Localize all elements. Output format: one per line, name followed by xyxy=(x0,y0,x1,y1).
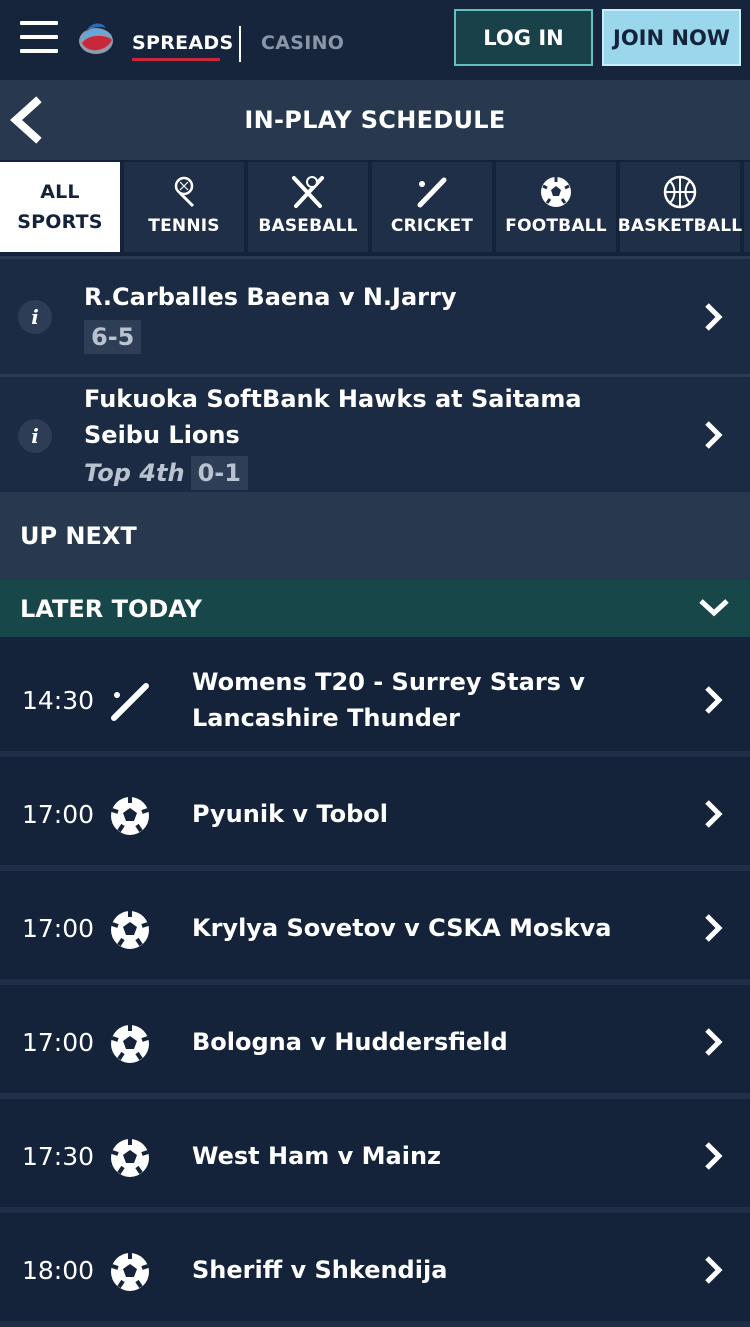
event-time: 14:30 xyxy=(22,685,95,715)
tab-football[interactable]: FOOTBALL xyxy=(496,162,616,252)
tab-label-line1: ALL xyxy=(40,181,80,203)
info-icon[interactable]: i xyxy=(18,300,52,334)
football-icon xyxy=(111,1025,149,1063)
event-time: 17:00 xyxy=(22,1027,95,1057)
basketball-icon xyxy=(663,175,697,209)
football-icon xyxy=(111,1253,149,1291)
football-icon xyxy=(111,911,149,949)
football-icon xyxy=(541,177,571,207)
tab-baseball[interactable]: BASEBALL xyxy=(248,162,368,252)
tab-label: ALL SPORTS xyxy=(17,177,102,237)
nav-divider xyxy=(239,26,241,62)
event-time: 17:00 xyxy=(22,799,95,829)
event-name: R.Carballes Baena v N.Jarry xyxy=(84,283,457,311)
event-title: Fukuoka SoftBank Hawks at Saitama Seibu … xyxy=(84,381,644,491)
tennis-icon xyxy=(174,176,195,208)
football-icon xyxy=(111,797,149,835)
tab-label-line2: SPORTS xyxy=(17,211,103,233)
tab-label: FOOTBALL xyxy=(505,216,607,236)
event-time: 17:00 xyxy=(22,913,95,943)
baseball-icon xyxy=(292,176,324,208)
nav-spreads[interactable]: SPREADS xyxy=(132,32,233,54)
top-navigation-bar: SPREADS CASINO LOG IN JOIN NOW xyxy=(0,0,750,80)
football-icon xyxy=(111,1139,149,1177)
chevron-down-icon[interactable] xyxy=(698,596,730,618)
chevron-right-icon[interactable] xyxy=(702,912,724,944)
active-nav-underline xyxy=(132,58,220,61)
event-row[interactable]: 17:00 Bologna v Huddersfield xyxy=(0,985,750,1099)
chevron-right-icon[interactable] xyxy=(702,419,724,451)
tab-basketball[interactable]: BASKETBALL xyxy=(617,162,743,252)
event-time: 17:30 xyxy=(22,1141,95,1171)
menu-icon[interactable] xyxy=(20,21,58,57)
event-row[interactable]: 17:00 Pyunik v Tobol xyxy=(0,757,750,871)
chevron-right-icon[interactable] xyxy=(702,1140,724,1172)
login-button[interactable]: LOG IN xyxy=(454,9,593,66)
page-title: IN-PLAY SCHEDULE xyxy=(244,106,506,134)
event-row[interactable]: 17:00 Krylya Sovetov v CSKA Moskva xyxy=(0,871,750,985)
event-title: R.Carballes Baena v N.Jarry 6-5 xyxy=(84,279,644,355)
event-name: West Ham v Mainz xyxy=(192,1142,442,1170)
nav-casino[interactable]: CASINO xyxy=(261,32,344,54)
chevron-right-icon[interactable] xyxy=(702,301,724,333)
event-name: Fukuoka SoftBank Hawks at Saitama Seibu … xyxy=(84,385,582,449)
event-row[interactable]: 17:30 West Ham v Mainz xyxy=(0,1099,750,1213)
tab-label: TENNIS xyxy=(148,216,220,236)
event-name: Pyunik v Tobol xyxy=(192,800,388,828)
cricket-icon xyxy=(417,177,447,208)
back-arrow-icon[interactable] xyxy=(8,96,44,144)
tab-label: BASEBALL xyxy=(258,216,358,236)
brand-logo[interactable] xyxy=(76,18,116,58)
live-event-row[interactable]: i Fukuoka SoftBank Hawks at Saitama Seib… xyxy=(0,374,750,492)
event-time: 18:00 xyxy=(22,1255,95,1285)
later-today-header[interactable]: LATER TODAY xyxy=(0,580,750,637)
join-now-button[interactable]: JOIN NOW xyxy=(602,9,741,66)
event-name: Sheriff v Shkendija xyxy=(192,1256,448,1284)
tab-label: CRICKET xyxy=(390,216,474,236)
event-name: Womens T20 - Surrey Stars v Lancashire T… xyxy=(192,668,585,732)
live-event-row[interactable]: i R.Carballes Baena v N.Jarry 6-5 xyxy=(0,256,750,374)
tab-label: BASKETBALL xyxy=(617,216,743,236)
event-list: 14:30 Womens T20 - Surrey Stars v Lancas… xyxy=(0,637,750,1327)
tab-tennis[interactable]: TENNIS xyxy=(124,162,244,252)
tab-cricket[interactable]: CRICKET xyxy=(372,162,492,252)
score-badge: 0-1 xyxy=(190,456,248,490)
event-row[interactable]: 18:00 Sheriff v Shkendija xyxy=(0,1213,750,1327)
event-name: Krylya Sovetov v CSKA Moskva xyxy=(192,914,612,942)
event-name: Bologna v Huddersfield xyxy=(192,1028,508,1056)
info-icon[interactable]: i xyxy=(18,419,52,453)
chevron-right-icon[interactable] xyxy=(702,684,724,716)
period-text: Top 4th xyxy=(84,459,185,487)
tab-all-sports[interactable]: ALL SPORTS xyxy=(0,162,120,252)
title-bar: IN-PLAY SCHEDULE xyxy=(0,80,750,160)
sport-tabs: ALL SPORTS TENNIS BASEBALL CRICKET FOOTB… xyxy=(0,160,750,256)
tab-more[interactable] xyxy=(744,162,750,252)
score-badge: 6-5 xyxy=(84,320,142,354)
event-row[interactable]: 14:30 Womens T20 - Surrey Stars v Lancas… xyxy=(0,643,750,757)
later-today-label: LATER TODAY xyxy=(20,594,202,623)
up-next-heading: UP NEXT xyxy=(0,492,750,580)
chevron-right-icon[interactable] xyxy=(702,798,724,830)
cricket-icon xyxy=(111,683,149,721)
chevron-right-icon[interactable] xyxy=(702,1026,724,1058)
chevron-right-icon[interactable] xyxy=(702,1254,724,1286)
